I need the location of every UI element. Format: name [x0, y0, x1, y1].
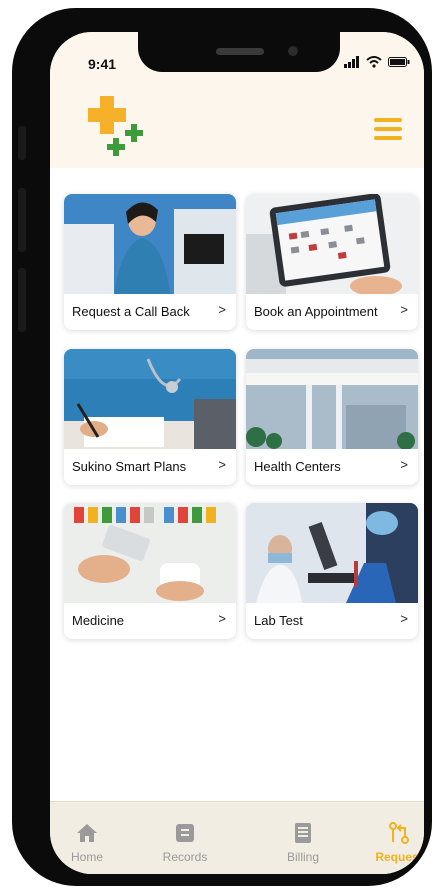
- card-health-centers[interactable]: Health Centers >: [246, 349, 418, 485]
- chevron-right-icon: >: [218, 302, 226, 317]
- medicine-shelf-image: [64, 503, 236, 603]
- tab-label: Records: [162, 850, 208, 864]
- chevron-right-icon: >: [400, 457, 408, 472]
- nurse-writing-image: [64, 349, 236, 449]
- bottom-tab-bar: Home Records Billing Request: [50, 801, 424, 874]
- camera: [288, 46, 298, 56]
- chevron-right-icon: >: [218, 457, 226, 472]
- medical-cross-logo: [88, 96, 143, 156]
- card-label: Sukino Smart Plans: [72, 459, 187, 474]
- hamburger-menu-icon[interactable]: [374, 118, 402, 140]
- tab-records[interactable]: Records: [150, 802, 220, 874]
- wifi-icon: [366, 56, 382, 68]
- signal-icon: [344, 56, 359, 68]
- card-label: Request a Call Back: [72, 304, 190, 319]
- chevron-right-icon: >: [400, 302, 408, 317]
- tab-request[interactable]: Request: [364, 802, 424, 874]
- battery-icon: [388, 57, 410, 67]
- request-icon: [389, 822, 409, 844]
- mute-switch: [18, 126, 26, 160]
- card-label: Book an Appointment: [254, 304, 378, 319]
- card-sukino-smart-plans[interactable]: Sukino Smart Plans >: [64, 349, 236, 485]
- home-icon: [77, 824, 97, 842]
- status-icons: [344, 56, 410, 68]
- calendar-tablet-image: [246, 194, 418, 294]
- screen: 9:41 Request a Call Back > Book an Appoi…: [50, 32, 424, 874]
- card-label: Medicine: [72, 613, 125, 628]
- card-label: Lab Test: [254, 613, 303, 628]
- billing-icon: [295, 823, 311, 843]
- phone-frame: 9:41 Request a Call Back > Book an Appoi…: [12, 8, 432, 886]
- status-time: 9:41: [88, 56, 117, 72]
- tab-home[interactable]: Home: [52, 802, 122, 874]
- card-book-appointment[interactable]: Book an Appointment >: [246, 194, 418, 330]
- tab-label: Home: [70, 850, 103, 864]
- volume-down-button: [18, 268, 26, 332]
- card-medicine[interactable]: Medicine >: [64, 503, 236, 639]
- card-lab-test[interactable]: Lab Test >: [246, 503, 418, 639]
- notch: [138, 32, 340, 72]
- speaker: [216, 48, 264, 55]
- nurse-on-phone-image: [64, 194, 236, 294]
- volume-up-button: [18, 188, 26, 252]
- lab-microscope-image: [246, 503, 418, 603]
- tab-billing[interactable]: Billing: [268, 802, 338, 874]
- tab-label: Billing: [286, 850, 319, 864]
- records-icon: [176, 824, 194, 842]
- card-label: Health Centers: [254, 459, 341, 474]
- chevron-right-icon: >: [400, 611, 408, 626]
- card-request-call-back[interactable]: Request a Call Back >: [64, 194, 236, 330]
- tab-label: Request: [375, 850, 423, 864]
- chevron-right-icon: >: [218, 611, 226, 626]
- hospital-building-image: [246, 349, 418, 449]
